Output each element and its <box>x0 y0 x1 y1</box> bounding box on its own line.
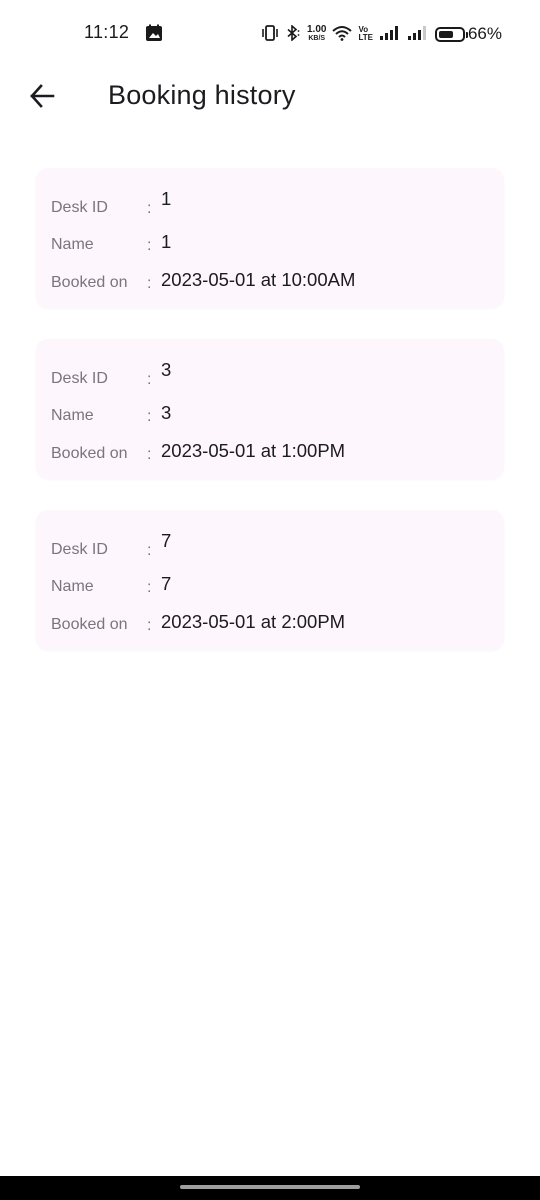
volte-indicator: Vo LTE <box>358 26 373 42</box>
signal-icon-2 <box>407 25 429 44</box>
status-icons: 1.00 KB/S Vo LTE 66% <box>261 22 502 46</box>
desk-id-label: Desk ID <box>51 540 108 558</box>
separator: : <box>147 579 152 596</box>
separator: : <box>147 408 152 425</box>
network-speed-value: 1.00 <box>306 24 327 35</box>
desk-id-value: 1 <box>161 187 172 209</box>
app-bar: Booking history <box>0 68 540 126</box>
separator: : <box>147 445 152 463</box>
battery-icon <box>434 26 468 42</box>
status-bar: 11:12 1.00 KB/S Vo LTE 66% <box>0 0 540 68</box>
separator: : <box>147 237 152 254</box>
name-value: 7 <box>161 573 172 594</box>
status-time: 11:12 <box>84 22 130 42</box>
booked-on-label: Booked on <box>51 615 128 633</box>
booking-card: Desk ID : 1 Name : 1 Booked on : 2023-05… <box>36 168 504 308</box>
separator: : <box>147 541 152 559</box>
wifi-icon <box>332 25 353 44</box>
page-title: Booking history <box>108 80 296 110</box>
back-button[interactable] <box>22 78 62 118</box>
name-label: Name <box>51 407 94 424</box>
booked-on-label: Booked on <box>51 444 128 462</box>
desk-id-row: Desk ID : 3 <box>51 357 504 395</box>
separator: : <box>147 199 152 217</box>
volte-bottom: LTE <box>358 33 373 42</box>
name-label: Name <box>51 578 94 595</box>
home-indicator[interactable] <box>180 1185 360 1189</box>
booked-on-row: Booked on : 2023-05-01 at 2:00PM <box>51 603 504 641</box>
booked-on-row: Booked on : 2023-05-01 at 1:00PM <box>51 432 504 470</box>
signal-icon <box>379 25 401 44</box>
booked-on-value: 2023-05-01 at 10:00AM <box>161 268 356 290</box>
booking-card: Desk ID : 3 Name : 3 Booked on : 2023-05… <box>36 339 504 479</box>
name-row: Name : 7 <box>51 566 504 604</box>
separator: : <box>147 616 152 634</box>
name-value: 1 <box>161 231 172 252</box>
name-row: Name : 1 <box>51 224 504 262</box>
name-label: Name <box>51 236 94 253</box>
name-row: Name : 3 <box>51 395 504 433</box>
system-nav-bar <box>0 1176 540 1200</box>
arrow-left-icon <box>29 83 55 114</box>
booked-on-row: Booked on : 2023-05-01 at 10:00AM <box>51 261 504 299</box>
battery-percent: 66% <box>467 24 502 43</box>
bluetooth-icon <box>285 23 301 44</box>
vibrate-icon <box>261 24 279 44</box>
booked-on-value: 2023-05-01 at 1:00PM <box>161 439 346 461</box>
desk-id-value: 7 <box>161 529 172 551</box>
booked-on-value: 2023-05-01 at 2:00PM <box>161 610 346 632</box>
separator: : <box>147 370 152 388</box>
name-value: 3 <box>161 402 172 423</box>
separator: : <box>147 274 152 292</box>
desk-id-row: Desk ID : 7 <box>51 528 504 566</box>
booked-on-label: Booked on <box>51 273 128 291</box>
gallery-icon <box>145 24 163 42</box>
network-speed: 1.00 KB/S <box>307 25 326 43</box>
desk-id-value: 3 <box>161 358 172 380</box>
desk-id-row: Desk ID : 1 <box>51 186 504 224</box>
battery-status: 66% <box>434 24 502 44</box>
desk-id-label: Desk ID <box>51 369 108 387</box>
booking-list: Desk ID : 1 Name : 1 Booked on : 2023-05… <box>36 168 504 681</box>
battery-fill <box>438 30 454 38</box>
network-speed-unit: KB/S <box>308 35 326 42</box>
desk-id-label: Desk ID <box>51 198 108 216</box>
booking-card: Desk ID : 7 Name : 7 Booked on : 2023-05… <box>36 510 504 650</box>
